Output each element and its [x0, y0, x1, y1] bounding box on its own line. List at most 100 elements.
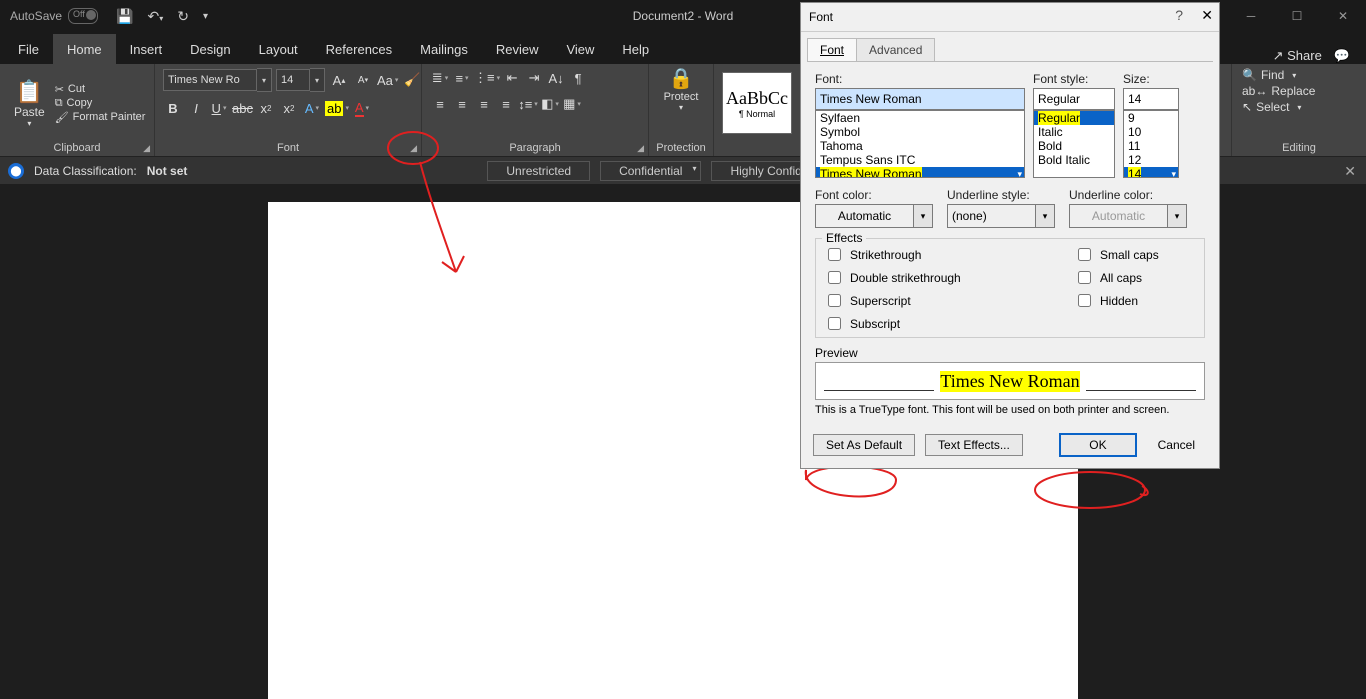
font-size-dropdown-icon[interactable]: ▾ — [310, 68, 325, 92]
checkbox-hidden[interactable]: Hidden — [1074, 291, 1159, 310]
borders-button[interactable]: ▦▾ — [562, 94, 582, 114]
tab-layout[interactable]: Layout — [245, 34, 312, 64]
find-button[interactable]: 🔍Find▾ — [1242, 68, 1356, 82]
class-confidential[interactable]: Confidential▾ — [600, 161, 701, 181]
help-icon[interactable]: ? — [1175, 7, 1183, 23]
set-default-button[interactable]: Set As Default — [813, 434, 915, 456]
align-left-button[interactable]: ≡ — [430, 94, 450, 114]
size-option-9[interactable]: 9 — [1124, 111, 1178, 125]
customize-qat-icon[interactable]: ▾ — [203, 11, 208, 22]
size-option-12[interactable]: 12 — [1124, 153, 1178, 167]
checkbox-subscript[interactable]: Subscript — [824, 314, 1074, 333]
tab-view[interactable]: View — [552, 34, 608, 64]
font-option-tahoma[interactable]: Tahoma — [816, 139, 1024, 153]
change-case-button[interactable]: Aa▾ — [377, 70, 398, 90]
bullets-button[interactable]: ≣▾ — [430, 68, 450, 88]
checkbox-superscript[interactable]: Superscript — [824, 291, 1074, 310]
underline-style-select[interactable]: (none)▾ — [947, 204, 1055, 228]
size-option-10[interactable]: 10 — [1124, 125, 1178, 139]
checkbox-smallcaps[interactable]: Small caps — [1074, 245, 1159, 264]
font-color-select[interactable]: Automatic▾ — [815, 204, 933, 228]
tab-design[interactable]: Design — [176, 34, 244, 64]
font-name-field[interactable] — [815, 88, 1025, 110]
close-icon[interactable]: ✕ — [1320, 0, 1366, 32]
italic-button[interactable]: I — [186, 98, 206, 118]
font-style-field[interactable] — [1033, 88, 1115, 110]
size-option-14-selected[interactable]: 14▾ — [1124, 167, 1178, 178]
justify-button[interactable]: ≡ — [496, 94, 516, 114]
font-option-tempus[interactable]: Tempus Sans ITC — [816, 153, 1024, 167]
redo-icon[interactable]: ↻ — [177, 8, 189, 25]
strike-button[interactable]: abc — [232, 98, 253, 118]
subscript-button[interactable]: x2 — [256, 98, 276, 118]
protect-button[interactable]: 🔒 Protect ▾ — [651, 66, 711, 112]
underline-button[interactable]: U▾ — [209, 98, 229, 118]
font-name-input[interactable] — [163, 69, 257, 91]
tab-insert[interactable]: Insert — [116, 34, 177, 64]
tab-help[interactable]: Help — [608, 34, 663, 64]
dialog-tab-font[interactable]: Font — [807, 38, 857, 61]
font-launcher-icon[interactable]: ◢ — [410, 143, 417, 154]
font-option-times-selected[interactable]: Times New Roman▾ — [816, 167, 1024, 178]
grow-font-button[interactable]: A▴ — [329, 70, 349, 90]
font-option-symbol[interactable]: Symbol — [816, 125, 1024, 139]
sort-button[interactable]: A↓ — [546, 68, 566, 88]
style-option-regular[interactable]: Regular — [1034, 111, 1114, 125]
checkbox-allcaps[interactable]: All caps — [1074, 268, 1159, 287]
style-option-bolditalic[interactable]: Bold Italic — [1034, 153, 1114, 167]
share-button[interactable]: ↗ Share — [1273, 48, 1322, 64]
copy-button[interactable]: ⧉Copy — [55, 97, 146, 110]
undo-icon[interactable]: ↶▾ — [147, 8, 163, 25]
show-marks-button[interactable]: ¶ — [568, 68, 588, 88]
font-style-list[interactable]: Regular Italic Bold Bold Italic — [1033, 110, 1115, 178]
class-unrestricted[interactable]: Unrestricted — [487, 161, 590, 181]
ok-button[interactable]: OK — [1060, 434, 1135, 456]
save-icon[interactable]: 💾 — [116, 8, 133, 25]
checkbox-strikethrough[interactable]: Strikethrough — [824, 245, 1074, 264]
style-option-italic[interactable]: Italic — [1034, 125, 1114, 139]
paragraph-launcher-icon[interactable]: ◢ — [637, 143, 644, 154]
tab-file[interactable]: File — [4, 34, 53, 64]
font-size-field[interactable] — [1123, 88, 1179, 110]
decrease-indent-button[interactable]: ⇤ — [502, 68, 522, 88]
highlight-button[interactable]: ab▾ — [325, 98, 349, 118]
comments-icon[interactable]: 💬 — [1334, 48, 1350, 64]
replace-button[interactable]: ab↔Replace — [1242, 84, 1356, 98]
checkbox-double-strike[interactable]: Double strikethrough — [824, 268, 1074, 287]
close-bar-icon[interactable]: ✕ — [1344, 163, 1356, 180]
style-normal[interactable]: AaBbCc ¶ Normal — [722, 72, 792, 134]
dialog-tab-advanced[interactable]: Advanced — [856, 38, 935, 61]
line-spacing-button[interactable]: ↕≡▾ — [518, 94, 538, 114]
font-color-button[interactable]: A▾ — [352, 98, 372, 118]
autosave-toggle[interactable]: Off — [68, 8, 98, 24]
select-button[interactable]: ↖Select▾ — [1242, 100, 1356, 114]
align-center-button[interactable]: ≡ — [452, 94, 472, 114]
tab-home[interactable]: Home — [53, 34, 116, 64]
size-option-11[interactable]: 11 — [1124, 139, 1178, 153]
maximize-icon[interactable]: ☐ — [1274, 0, 1320, 32]
font-size-list[interactable]: 9 10 11 12 14▾ — [1123, 110, 1179, 178]
increase-indent-button[interactable]: ⇥ — [524, 68, 544, 88]
superscript-button[interactable]: x2 — [279, 98, 299, 118]
tab-mailings[interactable]: Mailings — [406, 34, 482, 64]
format-painter-button[interactable]: 🖌Format Painter — [55, 111, 146, 124]
font-size-input[interactable] — [276, 69, 310, 91]
text-effects-button[interactable]: Text Effects... — [925, 434, 1023, 456]
font-list[interactable]: Sylfaen Symbol Tahoma Tempus Sans ITC Ti… — [815, 110, 1025, 178]
clear-format-button[interactable]: 🧹 — [402, 70, 422, 90]
minimize-icon[interactable]: ─ — [1228, 0, 1274, 32]
font-option-sylfaen[interactable]: Sylfaen — [816, 111, 1024, 125]
shrink-font-button[interactable]: A▾ — [353, 70, 373, 90]
cut-button[interactable]: ✂Cut — [55, 83, 146, 96]
font-name-dropdown-icon[interactable]: ▾ — [257, 68, 272, 92]
tab-review[interactable]: Review — [482, 34, 553, 64]
cancel-button[interactable]: Cancel — [1146, 435, 1207, 455]
text-effects-button[interactable]: A▾ — [302, 98, 322, 118]
bold-button[interactable]: B — [163, 98, 183, 118]
clipboard-launcher-icon[interactable]: ◢ — [143, 143, 150, 154]
numbering-button[interactable]: ≡▾ — [452, 68, 472, 88]
align-right-button[interactable]: ≡ — [474, 94, 494, 114]
paste-button[interactable]: 📋 Paste ▾ — [8, 77, 51, 130]
tab-references[interactable]: References — [312, 34, 406, 64]
multilevel-button[interactable]: ⋮≡▾ — [474, 68, 500, 88]
